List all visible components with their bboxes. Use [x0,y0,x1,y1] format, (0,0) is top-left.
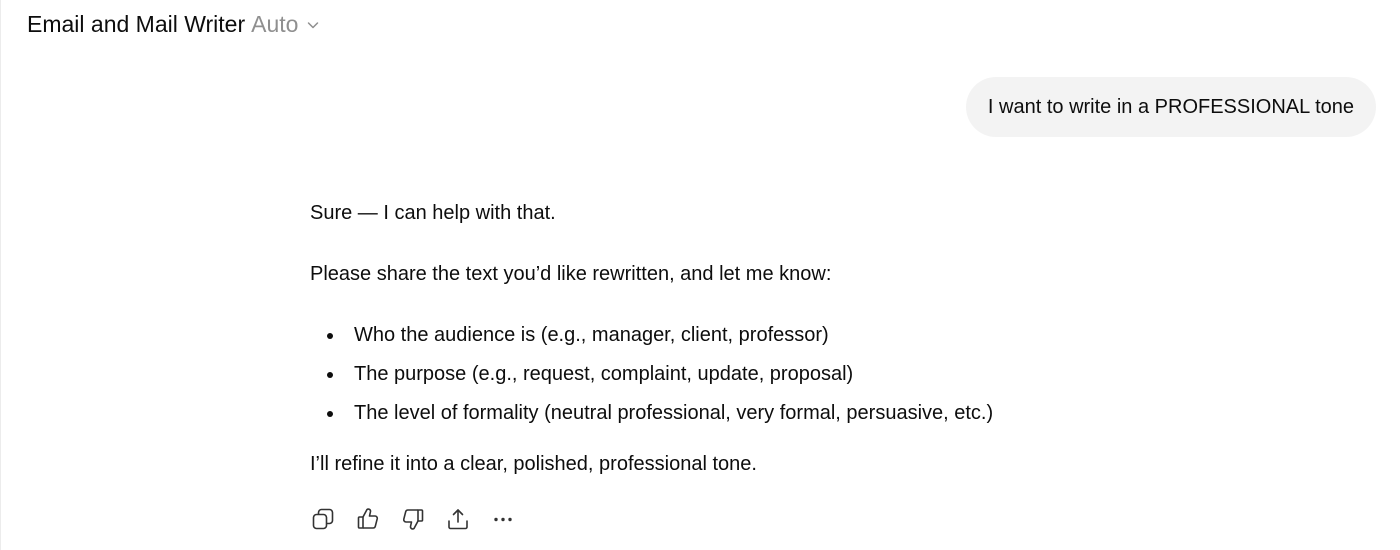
copy-button[interactable] [310,505,355,533]
thumbs-up-icon [357,508,379,529]
assistant-bullet-list: Who the audience is (e.g., manager, clie… [310,320,993,437]
gpt-title: Email and Mail Writer [27,10,246,37]
share-icon [448,509,468,530]
assistant-paragraph: I’ll refine it into a clear, polished, p… [310,453,757,475]
assistant-paragraph: Sure — I can help with that. [310,202,556,224]
chat-window: Email and Mail Writer Auto I want to wri… [0,0,1400,550]
assistant-paragraph: Please share the text you’d like rewritt… [310,263,832,285]
more-options-button[interactable] [490,505,535,533]
copy-icon [312,508,334,530]
more-icon [494,517,512,522]
user-message-text: I want to write in a PROFESSIONAL tone [987,95,1354,118]
thumbs-down-icon [402,509,424,530]
model-selector[interactable]: Email and Mail Writer Auto [27,8,320,40]
user-message-bubble: I want to write in a PROFESSIONAL tone [965,77,1376,137]
list-item: Who the audience is (e.g., manager, clie… [310,320,993,359]
model-label: Auto [251,10,299,37]
chevron-down-icon [306,18,320,32]
list-item: The purpose (e.g., request, complaint, u… [310,359,993,398]
list-item: The level of formality (neutral professi… [310,398,993,437]
thumbs-down-button[interactable] [400,505,445,533]
share-button[interactable] [445,505,490,533]
thumbs-up-button[interactable] [355,505,400,533]
message-actions [310,505,535,533]
